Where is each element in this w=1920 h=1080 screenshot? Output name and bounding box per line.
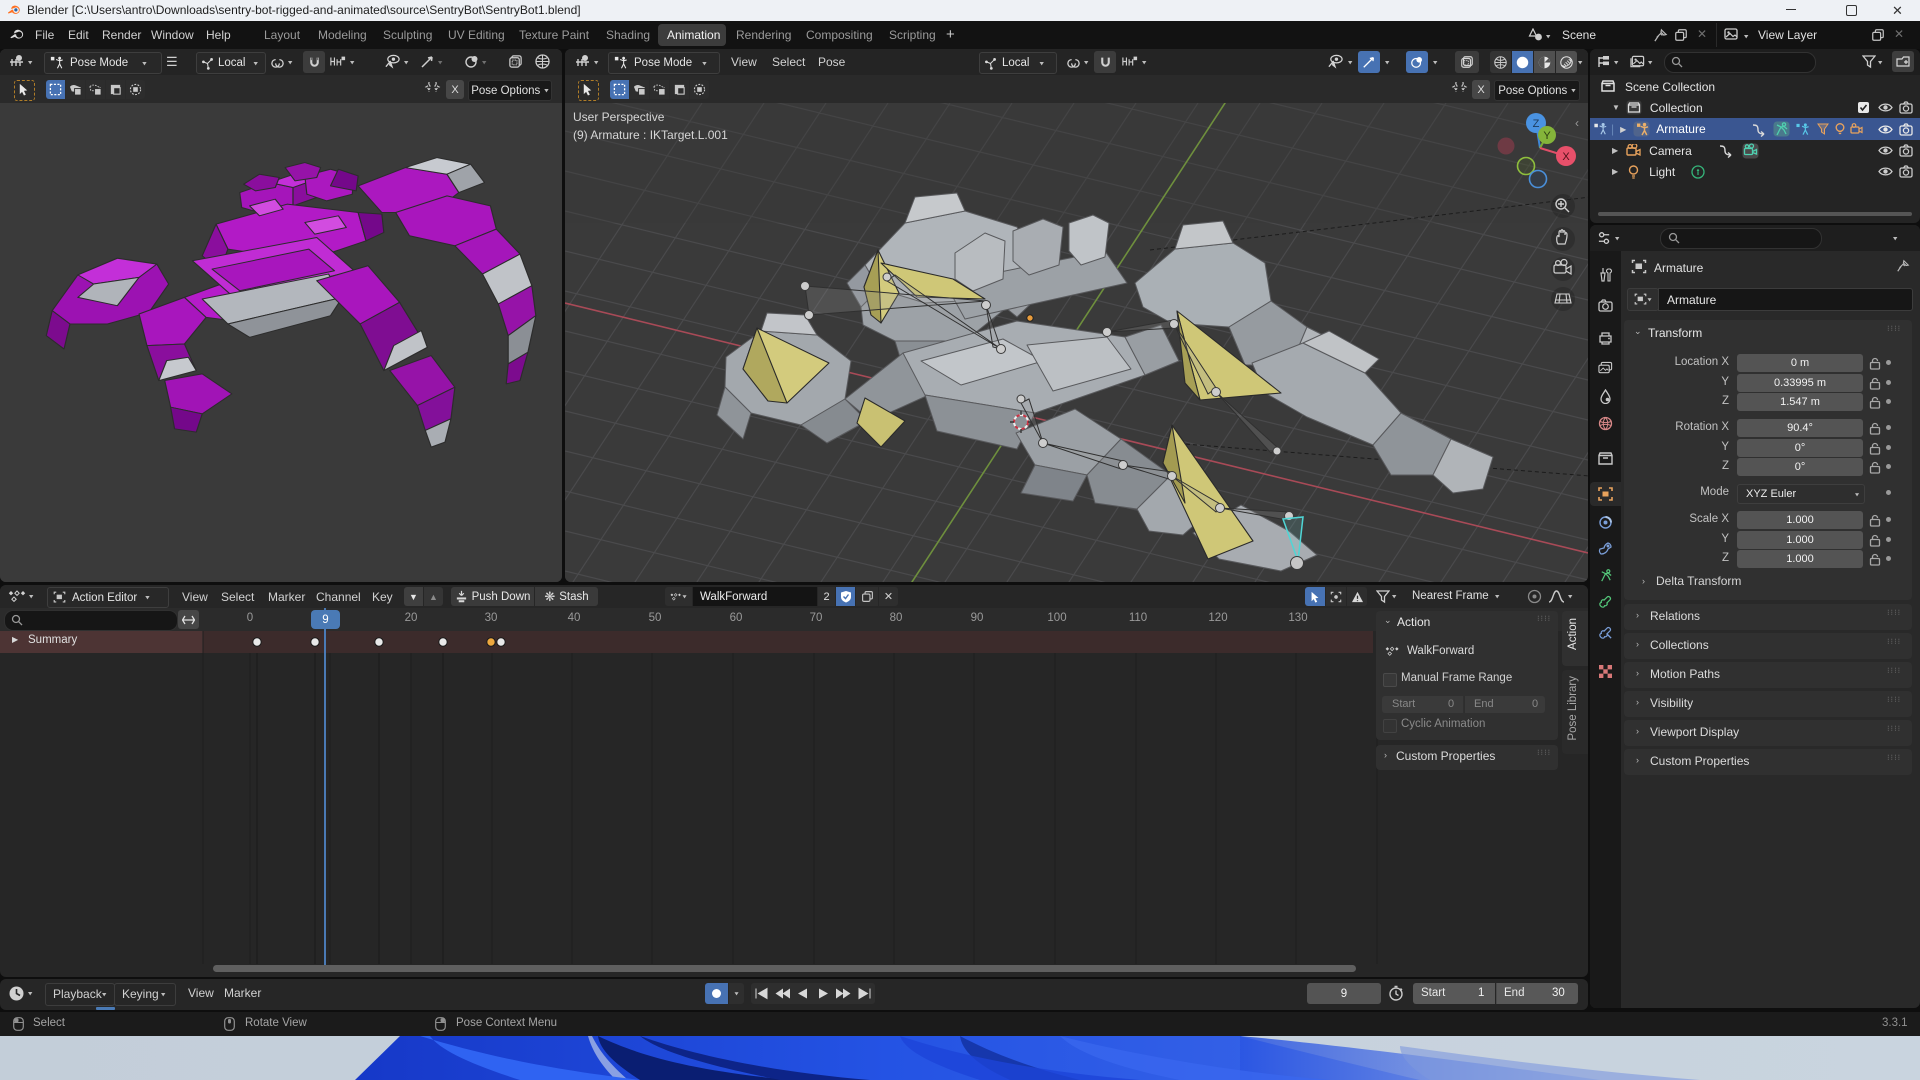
svg-text:‹: ‹ xyxy=(1575,116,1579,130)
svg-text:X: X xyxy=(1562,151,1570,163)
svg-text:Y: Y xyxy=(1543,130,1551,142)
svg-text:(9) Armature : IKTarget.L.001: (9) Armature : IKTarget.L.001 xyxy=(573,128,728,142)
svg-text:User Perspective: User Perspective xyxy=(573,110,665,124)
svg-text:Z: Z xyxy=(1533,118,1540,130)
